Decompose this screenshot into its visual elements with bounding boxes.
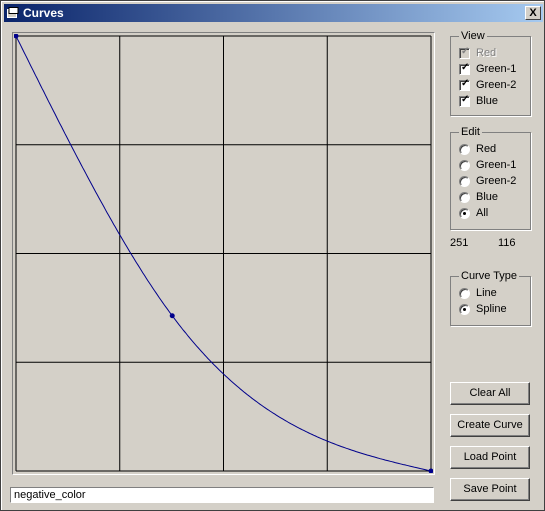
view-checkbox-green-1[interactable]: ✓ Green-1	[459, 62, 517, 77]
view-legend: View	[459, 30, 487, 42]
view-label-green-1: Green-1	[476, 63, 517, 75]
radio-button	[459, 192, 470, 203]
create-curve-button[interactable]: Create Curve	[450, 414, 530, 437]
clear-all-button[interactable]: Clear All	[450, 382, 530, 405]
curve-type-legend: Curve Type	[459, 270, 520, 282]
edit-legend: Edit	[459, 126, 482, 138]
check-mark-icon: ✓	[461, 46, 470, 57]
load-point-button[interactable]: Load Point	[450, 446, 530, 469]
readout-y-value: 116	[498, 237, 516, 249]
radio-button	[459, 304, 470, 315]
edit-label-all: All	[476, 207, 489, 219]
edit-label-green-2: Green-2	[476, 175, 517, 187]
app-icon	[7, 7, 19, 18]
curve-type-label-spline: Spline	[476, 303, 507, 315]
close-button[interactable]: X	[525, 6, 541, 20]
edit-radio-blue[interactable]: Blue	[459, 191, 498, 205]
view-checkbox-red[interactable]: ✓ Red	[459, 46, 497, 61]
control-point[interactable]	[428, 468, 434, 474]
edit-radio-all[interactable]: All	[459, 207, 488, 221]
edit-label-green-1: Green-1	[476, 159, 517, 171]
edit-radio-red[interactable]: Red	[459, 143, 496, 157]
curve-type-label-line: Line	[476, 287, 497, 299]
curve-type-group: Curve Type Line Spline	[450, 270, 531, 326]
check-mark-icon: ✓	[461, 78, 470, 89]
view-checkbox-green-2[interactable]: ✓ Green-2	[459, 78, 517, 93]
radio-selected-dot	[463, 212, 466, 215]
edit-radio-green-2[interactable]: Green-2	[459, 175, 516, 189]
radio-selected-dot	[463, 308, 466, 311]
radio-button	[459, 176, 470, 187]
checkbox: ✓	[459, 94, 470, 107]
curve-type-radio-spline[interactable]: Spline	[459, 303, 507, 317]
title-bar[interactable]: Curves X	[4, 4, 543, 22]
view-label-blue: Blue	[476, 95, 499, 107]
readout-x-value: 251	[450, 237, 469, 249]
edit-group: Edit Red Green-1 Green-2 Blue All	[450, 126, 531, 230]
view-label-red: Red	[476, 47, 497, 59]
window-title: Curves	[23, 6, 64, 20]
view-group: View ✓ Red ✓ Green-1 ✓ Green-2 ✓ Blue	[450, 30, 531, 116]
filename-input[interactable]	[10, 487, 434, 503]
curves-window: Curves X View ✓ Red ✓ Green-1 ✓ Green-2 ✓ Bl…	[0, 0, 545, 511]
edit-label-blue: Blue	[476, 191, 499, 203]
view-checkbox-blue[interactable]: ✓ Blue	[459, 94, 499, 109]
curve-type-radio-line[interactable]: Line	[459, 287, 497, 301]
check-mark-icon: ✓	[461, 62, 470, 73]
control-point[interactable]	[14, 34, 19, 39]
check-mark-icon: ✓	[461, 94, 470, 105]
radio-button	[459, 144, 470, 155]
curve-plot[interactable]	[14, 34, 433, 473]
checkbox: ✓	[459, 46, 470, 59]
edit-radio-green-1[interactable]: Green-1	[459, 159, 516, 173]
radio-button	[459, 288, 470, 299]
control-point[interactable]	[169, 313, 175, 319]
curve-editor[interactable]	[12, 32, 435, 475]
radio-button	[459, 160, 470, 171]
edit-label-red: Red	[476, 143, 497, 155]
radio-button	[459, 208, 470, 219]
checkbox: ✓	[459, 78, 470, 91]
checkbox: ✓	[459, 62, 470, 75]
save-point-button[interactable]: Save Point	[450, 478, 530, 501]
view-label-green-2: Green-2	[476, 79, 517, 91]
